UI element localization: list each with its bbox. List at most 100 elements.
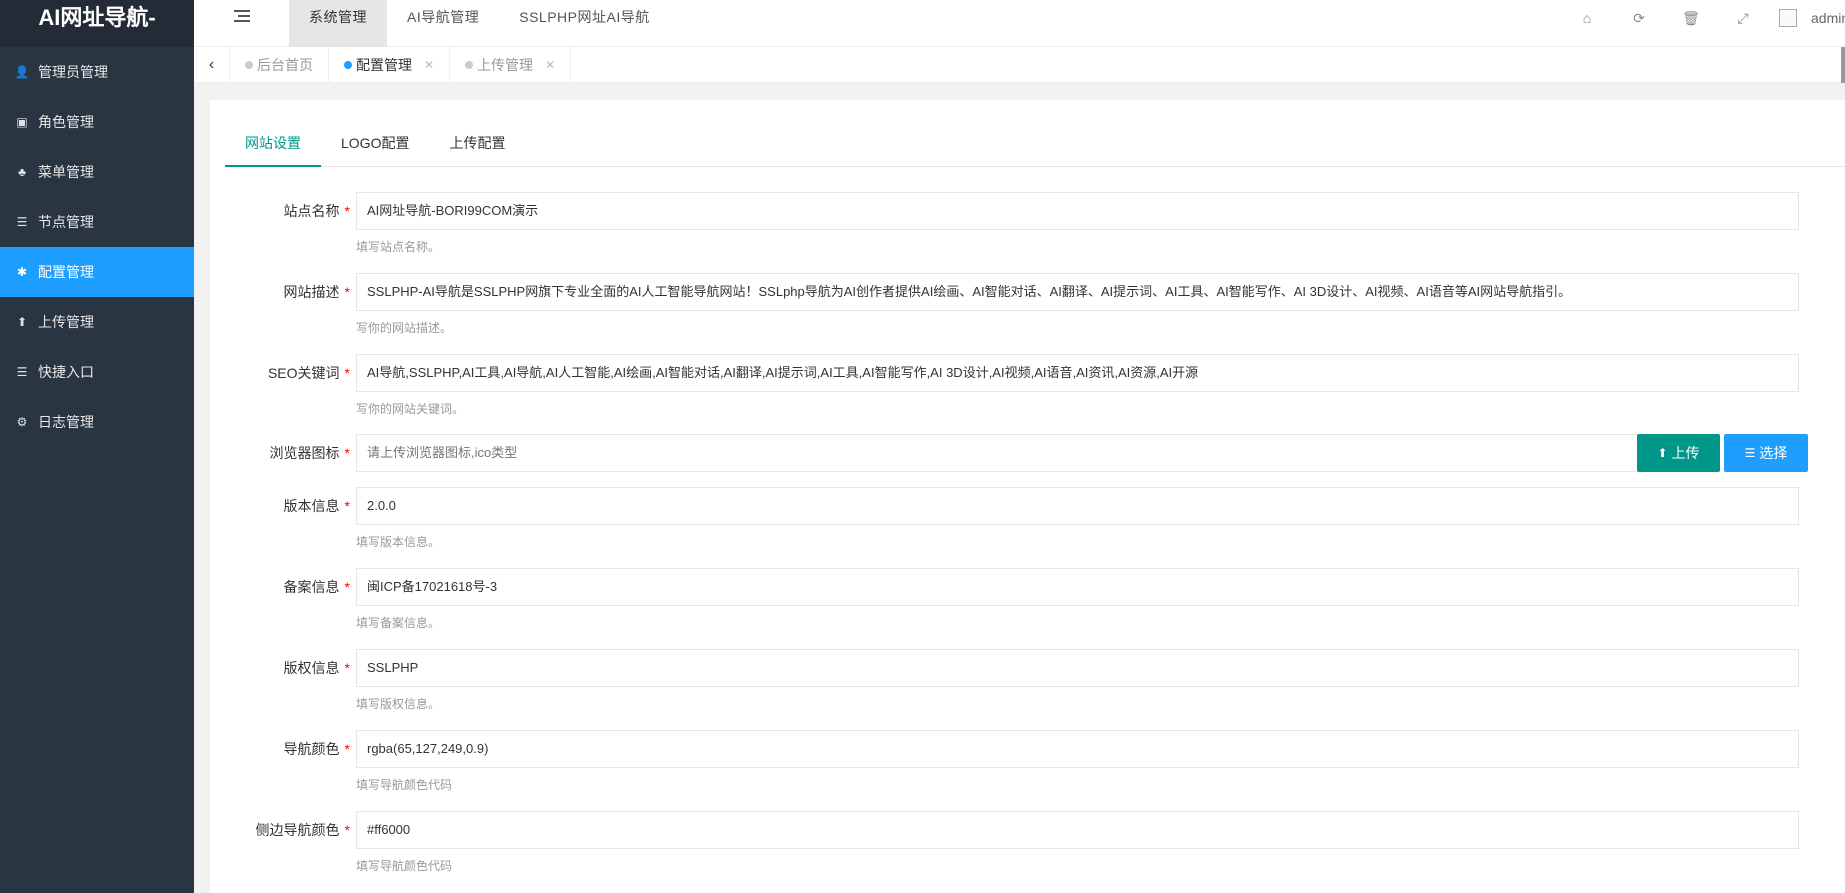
icp-input[interactable]: 闽ICP备17021618号-3 (356, 568, 1799, 606)
seo-keywords-input[interactable]: AI导航,SSLPHP,AI工具,AI导航,AI人工智能,AI绘画,AI智能对话… (356, 354, 1799, 392)
favicon-input[interactable]: 请上传浏览器图标,ico类型 (356, 434, 1647, 472)
menu-toggle-icon[interactable] (234, 10, 250, 24)
form-row-site-name: 站点名称 * AI网址导航-BORI99COM演示 (210, 192, 1845, 230)
icp-label: 备案信息 * (283, 579, 350, 595)
tab-system-management[interactable]: 系统管理 (289, 0, 387, 47)
side-nav-color-help: 填写导航颜色代码 (356, 859, 453, 873)
form-row-version: 版本信息 * 2.0.0 (210, 487, 1845, 525)
description-help: 写你的网站描述。 (356, 321, 453, 335)
log-icon: ⚙ (16, 415, 28, 429)
trash-icon[interactable]: 🗑 (1665, 10, 1717, 27)
form-row-side-nav-color: 侧边导航颜色 * #ff6000 (210, 811, 1845, 849)
version-input[interactable]: 2.0.0 (356, 487, 1799, 525)
tab-site-settings[interactable]: 网站设置 (225, 130, 321, 167)
refresh-icon[interactable]: ⟳ (1613, 10, 1665, 27)
tab-ai-nav-management[interactable]: AI导航管理 (387, 0, 499, 47)
upload-icon: ⬆ (1657, 446, 1668, 460)
tab-dot-icon (245, 61, 253, 69)
top-nav-tabs: 系统管理 AI导航管理 SSLPHP网址AI导航 (289, 0, 670, 47)
page-tab-upload[interactable]: 上传管理 ✕ (450, 47, 572, 83)
page-tab-home[interactable]: 后台首页 (230, 47, 329, 83)
form-row-seo-keywords: SEO关键词 * AI导航,SSLPHP,AI工具,AI导航,AI人工智能,AI绘… (210, 354, 1845, 392)
version-label: 版本信息 * (283, 498, 350, 514)
home-icon[interactable]: ⌂ (1561, 10, 1613, 26)
page-tab-config[interactable]: 配置管理 ✕ (329, 47, 451, 83)
sidebar: AI网址导航- 👤 管理员管理 ▣ 角色管理 ♣ 菜单管理 ☰ 节点管理 ✱ 配… (0, 0, 194, 893)
sidebar-item-label: 节点管理 (38, 214, 94, 230)
page-tab-label: 配置管理 (356, 57, 412, 73)
site-name-input[interactable]: AI网址导航-BORI99COM演示 (356, 192, 1799, 230)
version-help: 填写版本信息。 (356, 535, 441, 549)
upload-button-label: 上传 (1671, 445, 1700, 461)
copyright-input[interactable]: SSLPHP (356, 649, 1799, 687)
tab-upload-config[interactable]: 上传配置 (429, 130, 525, 166)
sidebar-item-node[interactable]: ☰ 节点管理 (0, 197, 194, 247)
user-menu[interactable]: admin (1779, 9, 1845, 27)
header-toolbar: ⌂ ⟳ 🗑 ⤢ admin (1561, 0, 1845, 36)
sidebar-item-menu[interactable]: ♣ 菜单管理 (0, 147, 194, 197)
description-input[interactable]: SSLPHP-AI导航是SSLPHP网旗下专业全面的AI人工智能导航网站！SSL… (356, 273, 1799, 311)
sidebar-item-label: 管理员管理 (38, 64, 108, 80)
page-tab-label: 后台首页 (257, 57, 313, 73)
username: admin (1811, 10, 1845, 26)
form-row-favicon: 浏览器图标 * 请上传浏览器图标,ico类型 ⬆ 上传 ☰ 选择 (210, 434, 1845, 472)
sidebar-item-log[interactable]: ⚙ 日志管理 (0, 397, 194, 447)
nav-color-help: 填写导航颜色代码 (356, 778, 453, 792)
nav-color-input[interactable]: rgba(65,127,249,0.9) (356, 730, 1799, 768)
user-icon: 👤 (14, 65, 30, 79)
sidebar-item-label: 快捷入口 (38, 364, 94, 380)
form-tabs: 网站设置 LOGO配置 上传配置 (225, 130, 1845, 167)
asterisk-icon: ✱ (16, 265, 28, 279)
config-card: 网站设置 LOGO配置 上传配置 站点名称 * AI网址导航-BORI99COM演… (210, 100, 1845, 893)
sidebar-item-config[interactable]: ✱ 配置管理 (0, 247, 194, 297)
nav-color-label: 导航颜色 * (283, 741, 350, 757)
list-icon: ☰ (1744, 446, 1756, 460)
tree-icon: ♣ (18, 165, 26, 179)
copyright-label: 版权信息 * (283, 660, 350, 676)
site-name-label: 站点名称 * (283, 203, 350, 219)
page-tabs-bar: ‹ 后台首页 配置管理 ✕ 上传管理 ✕ (194, 47, 1845, 83)
sidebar-item-label: 上传管理 (38, 314, 94, 330)
seo-keywords-label: SEO关键词 * (267, 365, 350, 381)
select-button-label: 选择 (1759, 445, 1788, 461)
sidebar-item-label: 角色管理 (38, 114, 94, 130)
sidebar-item-role[interactable]: ▣ 角色管理 (0, 97, 194, 147)
icp-help: 填写备案信息。 (356, 616, 441, 630)
sidebar-item-label: 日志管理 (38, 414, 94, 430)
select-button[interactable]: ☰ 选择 (1724, 434, 1808, 472)
sidebar-menu: 👤 管理员管理 ▣ 角色管理 ♣ 菜单管理 ☰ 节点管理 ✱ 配置管理 ⬆ 上传… (0, 47, 194, 447)
upload-button[interactable]: ⬆ 上传 (1637, 434, 1720, 472)
avatar (1779, 9, 1797, 27)
site-name-help: 填写站点名称。 (356, 240, 441, 254)
form-row-icp: 备案信息 * 闽ICP备17021618号-3 (210, 568, 1845, 606)
form-row-nav-color: 导航颜色 * rgba(65,127,249,0.9) (210, 730, 1845, 768)
form-row-description: 网站描述 * SSLPHP-AI导航是SSLPHP网旗下专业全面的AI人工智能导航… (210, 273, 1845, 311)
close-icon[interactable]: ✕ (545, 58, 555, 72)
close-icon[interactable]: ✕ (424, 58, 434, 72)
role-icon: ▣ (16, 115, 28, 129)
fullscreen-icon[interactable]: ⤢ (1717, 10, 1769, 27)
sidebar-item-admin[interactable]: 👤 管理员管理 (0, 47, 194, 97)
description-label: 网站描述 * (283, 284, 350, 300)
tab-logo-config[interactable]: LOGO配置 (321, 130, 429, 166)
list-icon: ☰ (16, 365, 28, 379)
seo-keywords-help: 写你的网站关键词。 (356, 402, 465, 416)
side-nav-color-label: 侧边导航颜色 * (255, 822, 350, 838)
tab-sslphp-ai-nav[interactable]: SSLPHP网址AI导航 (499, 0, 669, 47)
sidebar-item-shortcut[interactable]: ☰ 快捷入口 (0, 347, 194, 397)
scrollbar[interactable] (1841, 47, 1845, 83)
sidebar-item-upload[interactable]: ⬆ 上传管理 (0, 297, 194, 347)
list-icon: ☰ (16, 215, 28, 229)
arrow-up-icon: ⬆ (16, 315, 28, 329)
page-tab-list: 后台首页 配置管理 ✕ 上传管理 ✕ (230, 47, 572, 83)
copyright-help: 填写版权信息。 (356, 697, 441, 711)
side-nav-color-input[interactable]: #ff6000 (356, 811, 1799, 849)
sidebar-item-label: 配置管理 (38, 264, 94, 280)
favicon-label: 浏览器图标 * (269, 445, 350, 461)
top-header: 系统管理 AI导航管理 SSLPHP网址AI导航 ⌂ ⟳ 🗑 ⤢ admin (194, 0, 1845, 47)
chevron-left-icon[interactable]: ‹ (194, 47, 230, 83)
form-row-copyright: 版权信息 * SSLPHP (210, 649, 1845, 687)
app-logo: AI网址导航- (0, 0, 194, 47)
sidebar-item-label: 菜单管理 (38, 164, 94, 180)
tab-dot-icon (465, 61, 474, 69)
